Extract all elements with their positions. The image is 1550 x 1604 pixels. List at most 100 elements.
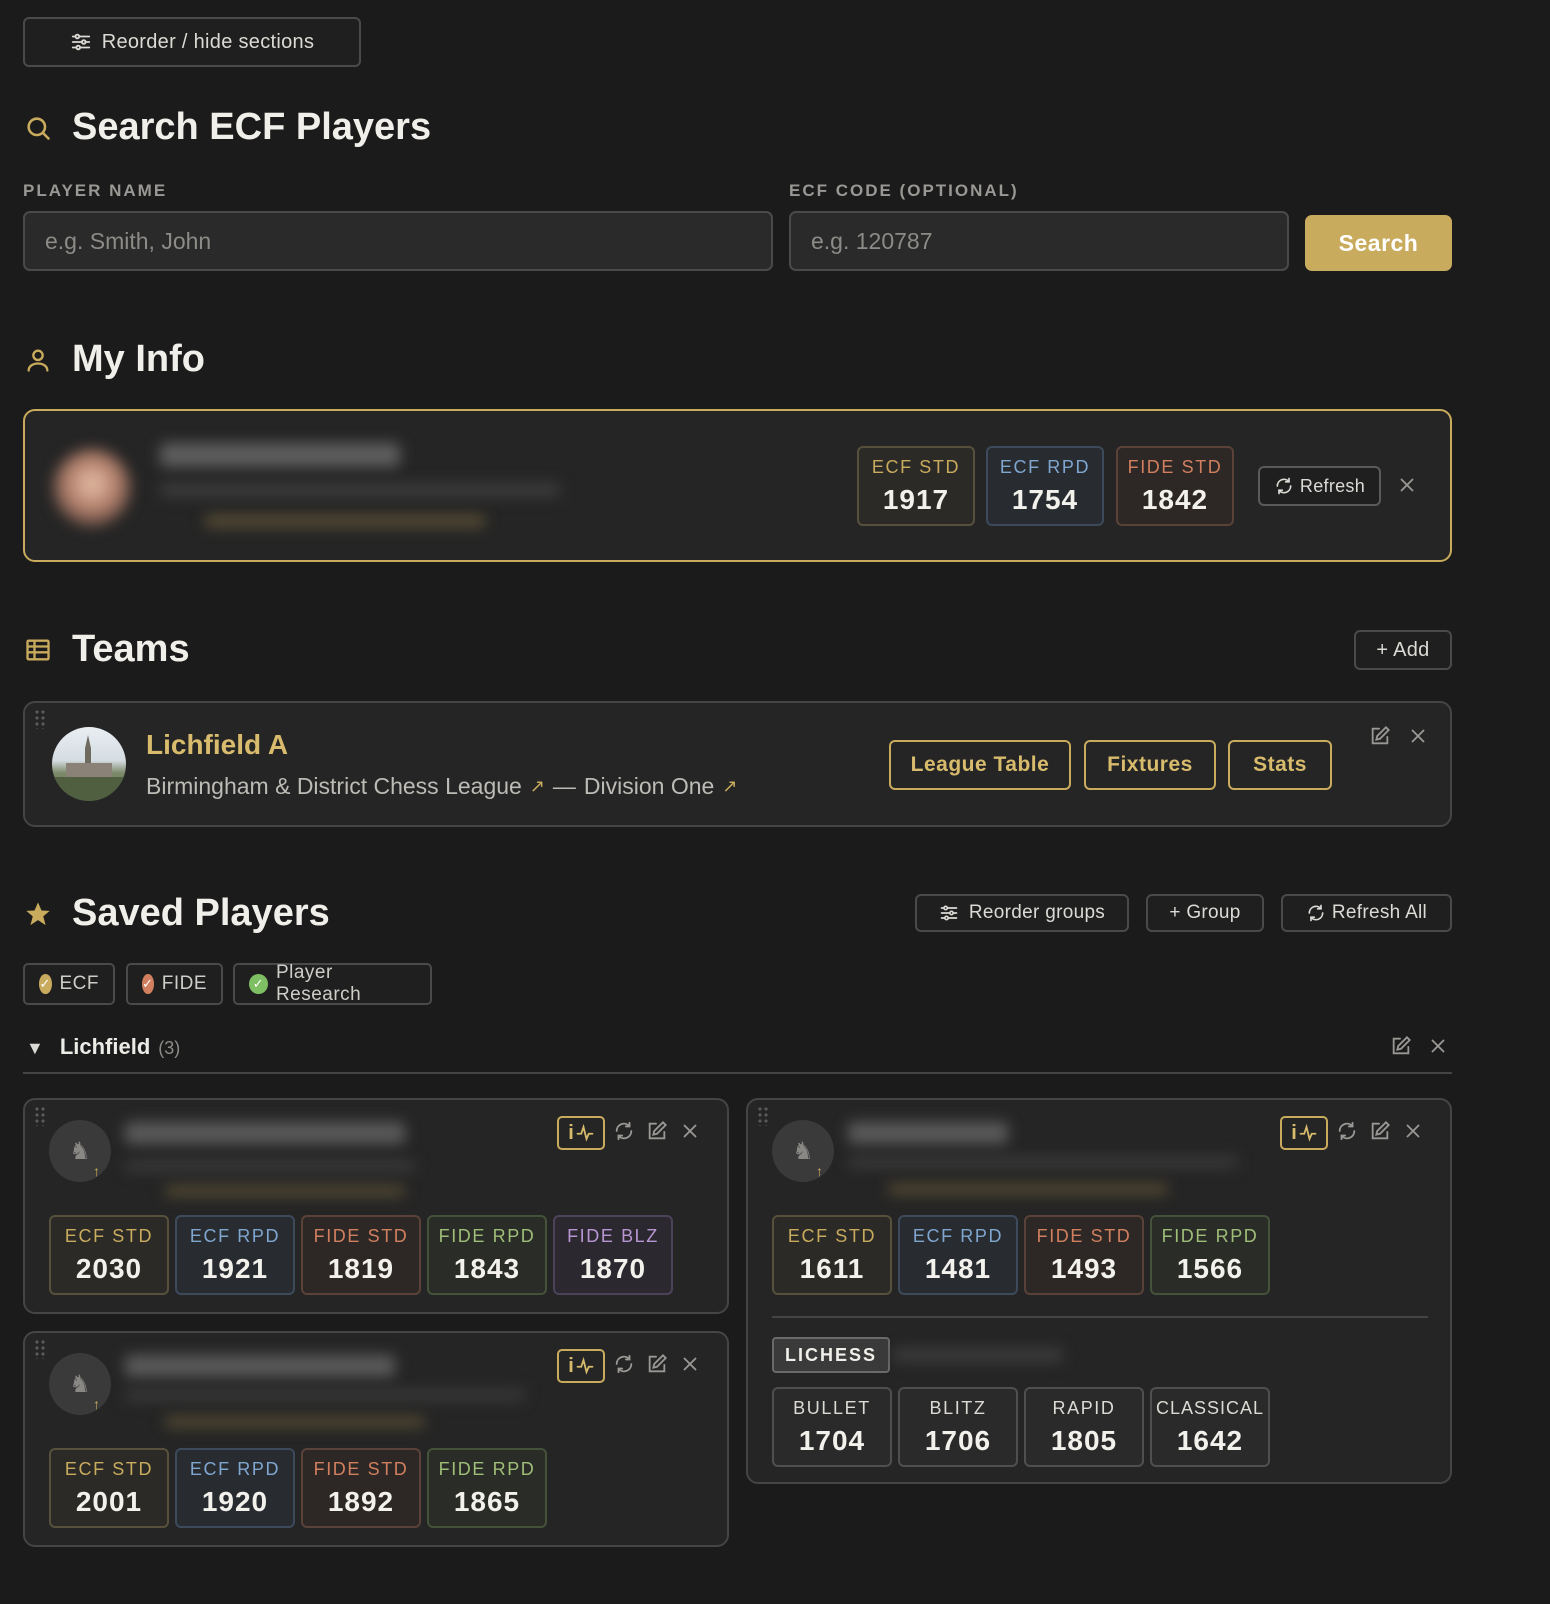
rating-badge: FIDE STD 1842 (1116, 446, 1234, 526)
external-link-icon: ↗ (529, 776, 545, 796)
card-divider (772, 1316, 1428, 1318)
edit-icon[interactable] (644, 1118, 670, 1144)
table-icon (26, 639, 50, 660)
player-name-redacted (848, 1122, 1008, 1144)
reorder-sections-label: Reorder / hide sections (101, 30, 315, 53)
close-icon[interactable] (1394, 472, 1420, 498)
close-icon[interactable] (677, 1351, 703, 1377)
chess-knight-icon: ♞ (69, 1137, 91, 1165)
reorder-groups-button[interactable]: Reorder groups (915, 894, 1129, 932)
close-icon[interactable] (1400, 1118, 1426, 1144)
lichess-rating-badge: RAPID 1805 (1024, 1387, 1144, 1467)
team-name[interactable]: Lichfield A (146, 729, 288, 761)
player-card: ♞ ↑ i ECF STD 2001 ECF RPD 1920 FIDE STD 18… (23, 1331, 729, 1547)
group-header[interactable]: ▼ Lichfield (3) (26, 1034, 180, 1060)
info-icon: i (568, 1354, 574, 1377)
refresh-button[interactable]: Refresh (1258, 466, 1381, 506)
saved-players-title: Saved Players (24, 892, 330, 935)
activity-button[interactable]: i (1280, 1116, 1328, 1150)
avatar: ♞ (772, 1120, 834, 1182)
division-link[interactable]: Division One (584, 773, 714, 800)
group-divider (23, 1072, 1452, 1074)
activity-icon (576, 1357, 594, 1375)
league-table-button[interactable]: League Table (889, 740, 1071, 790)
filter-chip-ecf[interactable]: ✓ ECF (23, 963, 115, 1005)
rating-badge: ECF STD 2001 (49, 1448, 169, 1528)
trend-up-icon: ↑ (93, 1396, 100, 1412)
refresh-icon[interactable] (611, 1118, 637, 1144)
player-links-redacted (165, 1186, 405, 1196)
search-button[interactable]: Search (1305, 215, 1452, 271)
rating-badge: ECF RPD 1754 (986, 446, 1104, 526)
rating-badge: FIDE STD 1493 (1024, 1215, 1144, 1295)
rating-badge: ECF RPD 1920 (175, 1448, 295, 1528)
collapse-toggle-icon[interactable]: ▼ (26, 1038, 44, 1059)
chess-knight-icon: ♞ (69, 1370, 91, 1398)
activity-icon (576, 1124, 594, 1142)
player-name-label: PLAYER NAME (23, 181, 168, 200)
refresh-icon (1308, 904, 1324, 922)
activity-button[interactable]: i (557, 1116, 605, 1150)
avatar: ♞ (49, 1120, 111, 1182)
grip-icon[interactable] (34, 1339, 46, 1359)
rating-badge: ECF STD 1611 (772, 1215, 892, 1295)
edit-icon[interactable] (1367, 1118, 1393, 1144)
activity-icon (1299, 1124, 1317, 1142)
add-team-button[interactable]: + Add (1354, 630, 1452, 670)
edit-icon[interactable] (1367, 723, 1393, 749)
player-details-redacted (125, 1389, 525, 1401)
lichess-rating-badge: BLITZ 1706 (898, 1387, 1018, 1467)
external-link-icon: ↗ (722, 776, 738, 796)
group-name: Lichfield (59, 1034, 151, 1059)
player-name-input[interactable] (23, 211, 773, 271)
grip-icon[interactable] (757, 1106, 769, 1126)
filter-chip-player-research[interactable]: ✓ Player Research (233, 962, 432, 1005)
rating-badge: ECF STD 1917 (857, 446, 975, 526)
team-league-line: Birmingham & District Chess League ↗ — D… (146, 773, 738, 800)
info-icon: i (1291, 1121, 1297, 1144)
lichess-badge: LICHESS (772, 1337, 891, 1373)
close-icon[interactable] (1425, 1033, 1451, 1059)
close-icon[interactable] (1405, 723, 1431, 749)
close-icon[interactable] (677, 1118, 703, 1144)
ecf-code-input[interactable] (789, 211, 1289, 271)
ecf-code-label: ECF CODE (OPTIONAL) (789, 181, 1019, 200)
refresh-icon[interactable] (1334, 1118, 1360, 1144)
stats-button[interactable]: Stats (1228, 740, 1332, 790)
group-count: (3) (158, 1038, 181, 1058)
avatar: ♞ (49, 1353, 111, 1415)
trend-up-icon: ↑ (93, 1163, 100, 1179)
player-name-redacted (160, 443, 400, 467)
check-icon: ✓ (39, 974, 52, 994)
player-card: ♞ ↑ i ECF STD 1611 ECF RPD 1481 FIDE STD 14… (746, 1098, 1452, 1484)
search-icon (27, 116, 50, 140)
edit-icon[interactable] (1388, 1033, 1414, 1059)
refresh-all-button[interactable]: Refresh All (1281, 894, 1452, 932)
grip-icon[interactable] (34, 1106, 46, 1126)
activity-button[interactable]: i (557, 1349, 605, 1383)
fixtures-button[interactable]: Fixtures (1084, 740, 1216, 790)
check-icon: ✓ (249, 974, 268, 994)
rating-badge: ECF RPD 1481 (898, 1215, 1018, 1295)
search-section-title: Search ECF Players (24, 106, 431, 149)
filter-chip-fide[interactable]: ✓ FIDE (126, 963, 223, 1005)
sliders-icon (940, 905, 958, 921)
refresh-icon[interactable] (611, 1351, 637, 1377)
edit-icon[interactable] (644, 1351, 670, 1377)
player-card: ♞ ↑ i ECF STD 2030 ECF RPD 1921 FIDE STD 18… (23, 1098, 729, 1314)
grip-icon[interactable] (34, 709, 46, 729)
trend-up-icon: ↑ (816, 1163, 823, 1179)
player-name-redacted (125, 1355, 395, 1377)
rating-badge: FIDE BLZ 1870 (553, 1215, 673, 1295)
reorder-sections-button[interactable]: Reorder / hide sections (23, 17, 361, 67)
league-link[interactable]: Birmingham & District Chess League (146, 773, 522, 800)
info-icon: i (568, 1121, 574, 1144)
check-icon: ✓ (142, 974, 154, 994)
add-group-button[interactable]: + Group (1146, 894, 1264, 932)
rating-badge: FIDE STD 1819 (301, 1215, 421, 1295)
sliders-icon (71, 33, 90, 51)
rating-badge: FIDE RPD 1865 (427, 1448, 547, 1528)
my-info-title: My Info (24, 338, 205, 381)
rating-badge: FIDE RPD 1566 (1150, 1215, 1270, 1295)
lichess-username-redacted (893, 1348, 1063, 1362)
